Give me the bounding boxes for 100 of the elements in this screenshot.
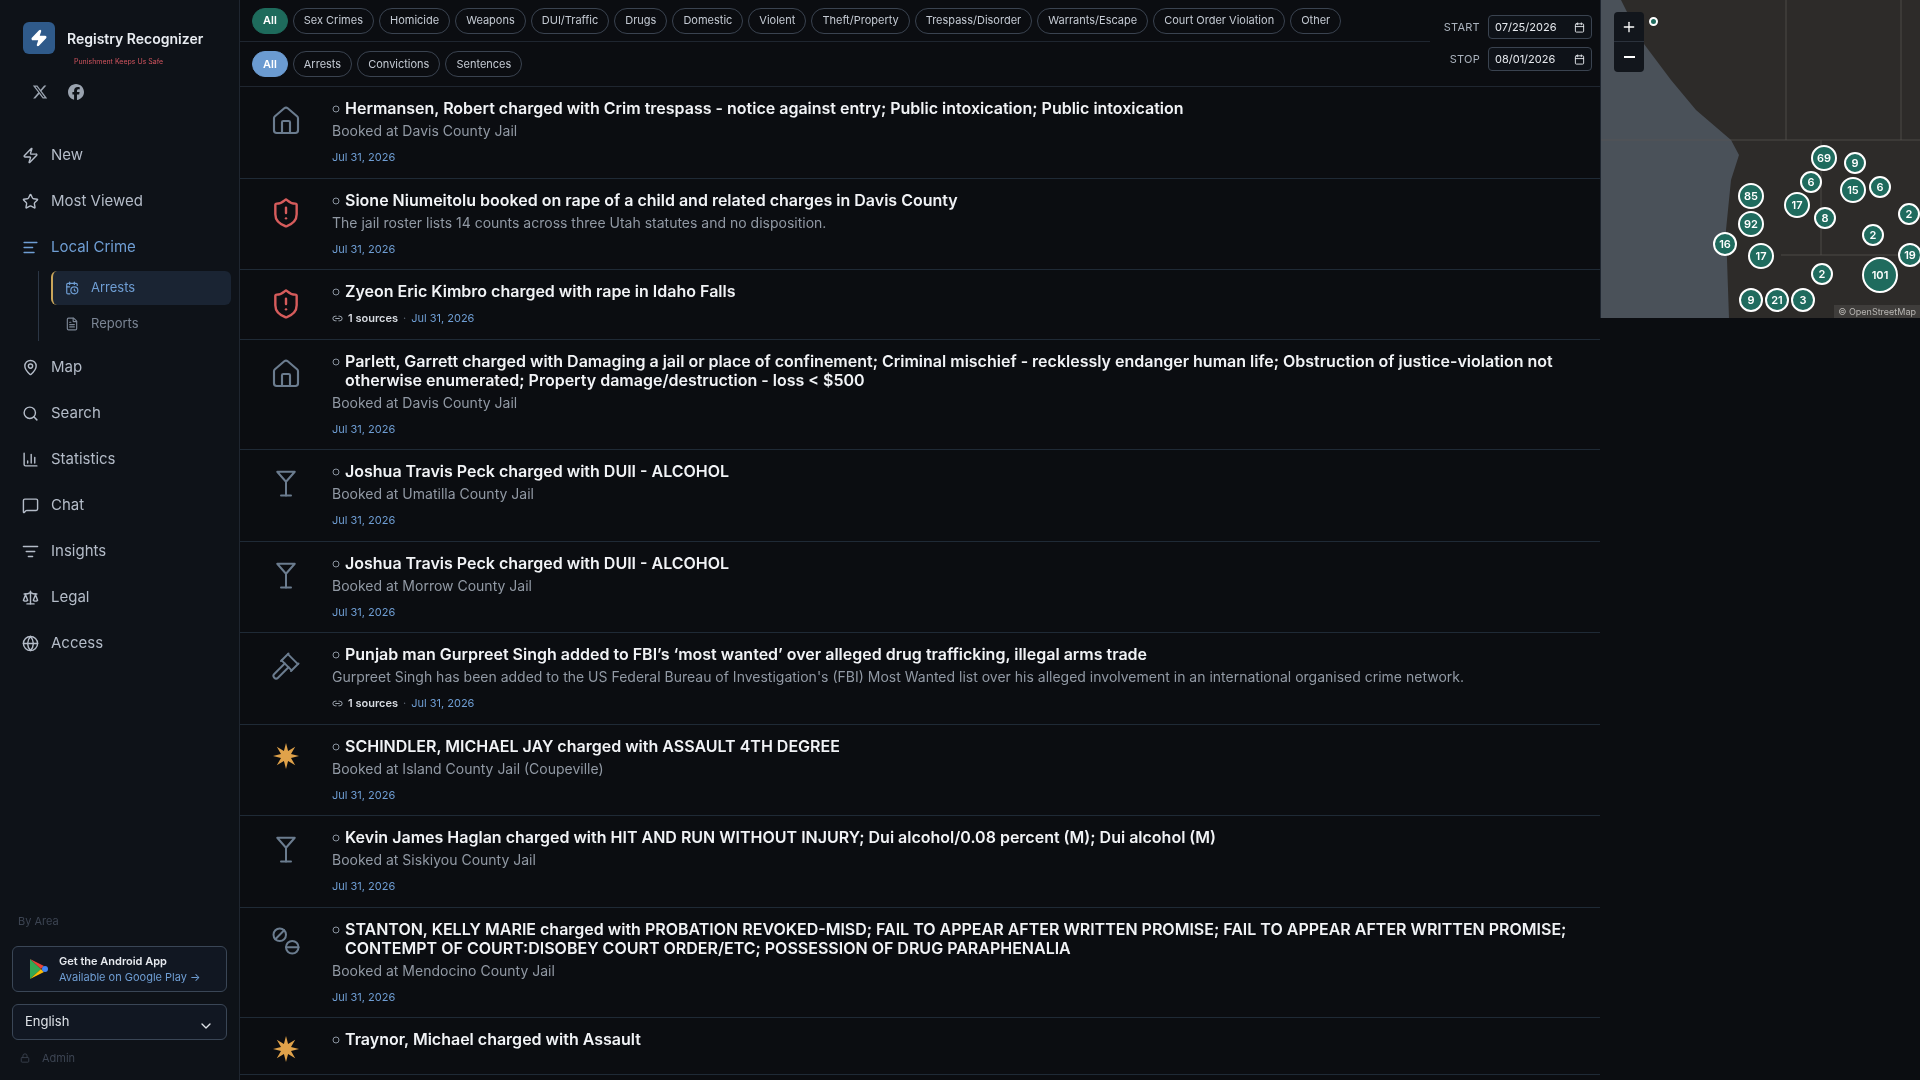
promo-subtitle: Available on Google Play → (59, 968, 201, 985)
map[interactable]: 69 9 6 15 6 17 8 2 2 101 19 2 85 92 16 17 9 21 3 © OpenStreetMap (1600, 0, 1920, 318)
map-cluster[interactable]: 15 (1840, 177, 1866, 203)
item-title[interactable]: Traynor, Michael charged with Assault (345, 1030, 641, 1049)
map-cluster[interactable]: 6 (1869, 176, 1891, 198)
sidebar-item[interactable]: Chat (0, 482, 239, 529)
item-title[interactable]: STANTON, KELLY MARIE charged with PROBATION REVOKED-MISD; FAIL TO APPEAR AFTER WRITTEN PROMISE; FAIL TO APPEAR AFTER WRITTEN PROMISE; CONTEMPT OF COURT:DISOBEY COURT ORDER/ETC; POSSESSION OF DRUG PARAPHENALIA (345, 919, 1568, 958)
map-cluster[interactable]: 21 (1765, 288, 1789, 312)
map-cluster[interactable]: 2 (1898, 203, 1920, 225)
sidebar-subitem[interactable]: Arrests (51, 270, 231, 305)
sidebar-item[interactable]: Most Viewed (0, 178, 239, 225)
news-item[interactable]: Joshua Travis Peck charged with DUII - ALCOHOL Booked at Morrow County Jail Jul 31, 2026 (240, 541, 1600, 633)
globe-icon (22, 635, 39, 652)
house-icon (270, 357, 302, 390)
sources-count[interactable]: 1 sources (348, 310, 398, 327)
language-select[interactable]: English (12, 1003, 227, 1040)
separator-dot: · (403, 695, 407, 712)
gavel-icon (271, 651, 301, 681)
map-cluster[interactable]: 101 (1862, 257, 1898, 293)
x-icon[interactable] (32, 83, 48, 100)
item-title[interactable]: Joshua Travis Peck charged with DUII - ALCOHOL (345, 553, 730, 573)
item-date: Jul 31, 2026 (332, 240, 396, 257)
unread-dot-icon (332, 925, 340, 934)
sidebar-item[interactable]: Search (0, 390, 239, 437)
map-cluster[interactable]: 16 (1713, 232, 1737, 256)
date-field[interactable]: 07/25/2026 (1488, 15, 1592, 39)
unread-dot-icon (332, 288, 340, 296)
item-subtitle: The jail roster lists 14 counts across three Utah statutes and no disposition. (332, 213, 828, 232)
star-icon (22, 193, 39, 210)
starburst-icon (273, 742, 299, 769)
sidebar-item[interactable]: Map (0, 344, 239, 391)
item-date: Jul 31, 2026 (332, 878, 396, 895)
unread-dot-icon (332, 834, 340, 842)
sidebar-item[interactable]: Statistics (0, 436, 239, 483)
date-field[interactable]: 08/01/2026 (1488, 47, 1592, 71)
android-app-button[interactable]: Get the Android App Available on Google Play → (12, 945, 227, 992)
item-title[interactable]: Hermansen, Robert charged with Crim trespass - notice against entry; Public intoxication; Public intoxication (345, 99, 1184, 118)
unread-dot-icon (332, 105, 340, 113)
map-cluster[interactable]: 17 (1784, 192, 1810, 218)
sidebar-subitem[interactable]: Reports (51, 306, 231, 341)
unread-dot-icon (332, 1036, 340, 1044)
item-subtitle: Booked at Davis County Jail (332, 122, 519, 140)
item-title[interactable]: Kevin James Haglan charged with HIT AND RUN WITHOUT INJURY; Dui alcohol/0.08 percent (M); Dui alcohol (M) (345, 828, 1217, 847)
sidebar-item[interactable]: New (0, 132, 239, 179)
item-title[interactable]: Punjab man Gurpreet Singh added to FBI’s ‘most wanted’ over alleged drug trafficking, illegal arms trade (345, 645, 1148, 664)
map-cluster[interactable]: 69 (1811, 145, 1837, 171)
map-cluster[interactable]: 8 (1814, 207, 1836, 229)
sidebar-item[interactable]: Insights (0, 528, 239, 575)
map-cluster[interactable]: 19 (1898, 243, 1920, 267)
map-cluster[interactable]: 9 (1844, 152, 1866, 174)
news-item[interactable]: Traynor, Michael charged with Assault (240, 1018, 1600, 1075)
news-item[interactable]: Joshua Travis Peck charged with DUII - ALCOHOL Booked at Umatilla County Jail Jul 31, 2026 (240, 450, 1600, 542)
unread-dot-icon (332, 357, 340, 366)
news-item[interactable]: Hermansen, Robert charged with Crim trespass - notice against entry; Public intoxication; Public intoxication Booked at Davis County Jail Jul 31, 2026 (240, 87, 1600, 179)
sidebar-item[interactable]: Legal (0, 574, 239, 621)
news-item[interactable]: Zyeon Eric Kimbro charged with rape in Idaho Falls 1 sources · Jul 31, 2026 (240, 270, 1600, 340)
unread-dot-icon (332, 468, 340, 476)
map-pin-icon (22, 359, 39, 376)
document-icon (65, 316, 79, 331)
item-title[interactable]: Sione Niumeitolu booked on rape of a child and related charges in Davis County (345, 190, 958, 210)
item-subtitle: Booked at Island County Jail (Coupeville) (332, 759, 605, 778)
item-subtitle: Booked at Mendocino County Jail (332, 961, 556, 980)
item-subtitle: Booked at Morrow County Jail (332, 576, 533, 595)
sources-count[interactable]: 1 sources (348, 695, 398, 712)
scale-icon (22, 589, 39, 606)
lightning-icon (22, 147, 39, 164)
map-cluster[interactable]: 9 (1739, 288, 1763, 312)
logo-icon (23, 22, 55, 54)
item-date: Jul 31, 2026 (411, 695, 475, 712)
map-cluster[interactable]: 3 (1791, 288, 1815, 312)
item-title[interactable]: SCHINDLER, MICHAEL JAY charged with ASSAULT 4TH DEGREE (345, 736, 840, 756)
news-item[interactable]: Kevin James Haglan charged with HIT AND RUN WITHOUT INJURY; Dui alcohol/0.08 percent (M); Dui alcohol (M) Booked at Siskiyou County Jail Jul 31, 2026 (240, 816, 1600, 908)
house-icon (270, 105, 302, 137)
news-item[interactable]: Sione Niumeitolu booked on rape of a child and related charges in Davis County The jail roster lists 14 counts across three Utah statutes and no disposition. Jul 31, 2026 (240, 178, 1600, 270)
item-date: Jul 31, 2026 (332, 988, 396, 1005)
item-title[interactable]: Parlett, Garrett charged with Damaging a jail or place of confinement; Criminal mischief - recklessly endanger human life; Obstruction of justice-violation not otherwise enumerated; Property damage/destruction - loss < $500 (345, 351, 1568, 390)
unread-dot-icon (332, 196, 340, 205)
news-item[interactable]: SCHINDLER, MICHAEL JAY charged with ASSAULT 4TH DEGREE Booked at Island County Jail (Coupeville) Jul 31, 2026 (240, 724, 1600, 816)
lines-icon (22, 543, 39, 560)
sidebar-item[interactable]: Local Crime (0, 224, 239, 271)
map-cluster[interactable]: 6 (1800, 171, 1822, 193)
item-title[interactable]: Zyeon Eric Kimbro charged with rape in Idaho Falls (345, 282, 736, 301)
item-date: Jul 31, 2026 (332, 512, 396, 529)
map-cluster[interactable]: 17 (1748, 243, 1774, 269)
map-cluster[interactable]: 2 (1811, 263, 1833, 285)
map-cluster[interactable]: 2 (1862, 224, 1884, 246)
brand-name: Registry Recognizer (67, 29, 204, 49)
map-cluster[interactable]: 85 (1738, 183, 1764, 209)
lock-icon (20, 1052, 30, 1063)
promo-title: Get the Android App (59, 952, 168, 969)
unread-dot-icon (332, 559, 340, 568)
category-chip[interactable]: All (252, 7, 288, 34)
map-attribution[interactable]: © OpenStreetMap (1834, 304, 1920, 318)
facebook-icon[interactable] (68, 83, 84, 100)
minus-icon (1623, 56, 1635, 58)
map-cluster[interactable]: 92 (1738, 211, 1764, 237)
pills-icon (271, 925, 301, 956)
sidebar-item[interactable]: Access (0, 620, 239, 667)
unread-dot-icon (332, 651, 340, 659)
item-title[interactable]: Joshua Travis Peck charged with DUII - ALCOHOL (345, 462, 730, 481)
